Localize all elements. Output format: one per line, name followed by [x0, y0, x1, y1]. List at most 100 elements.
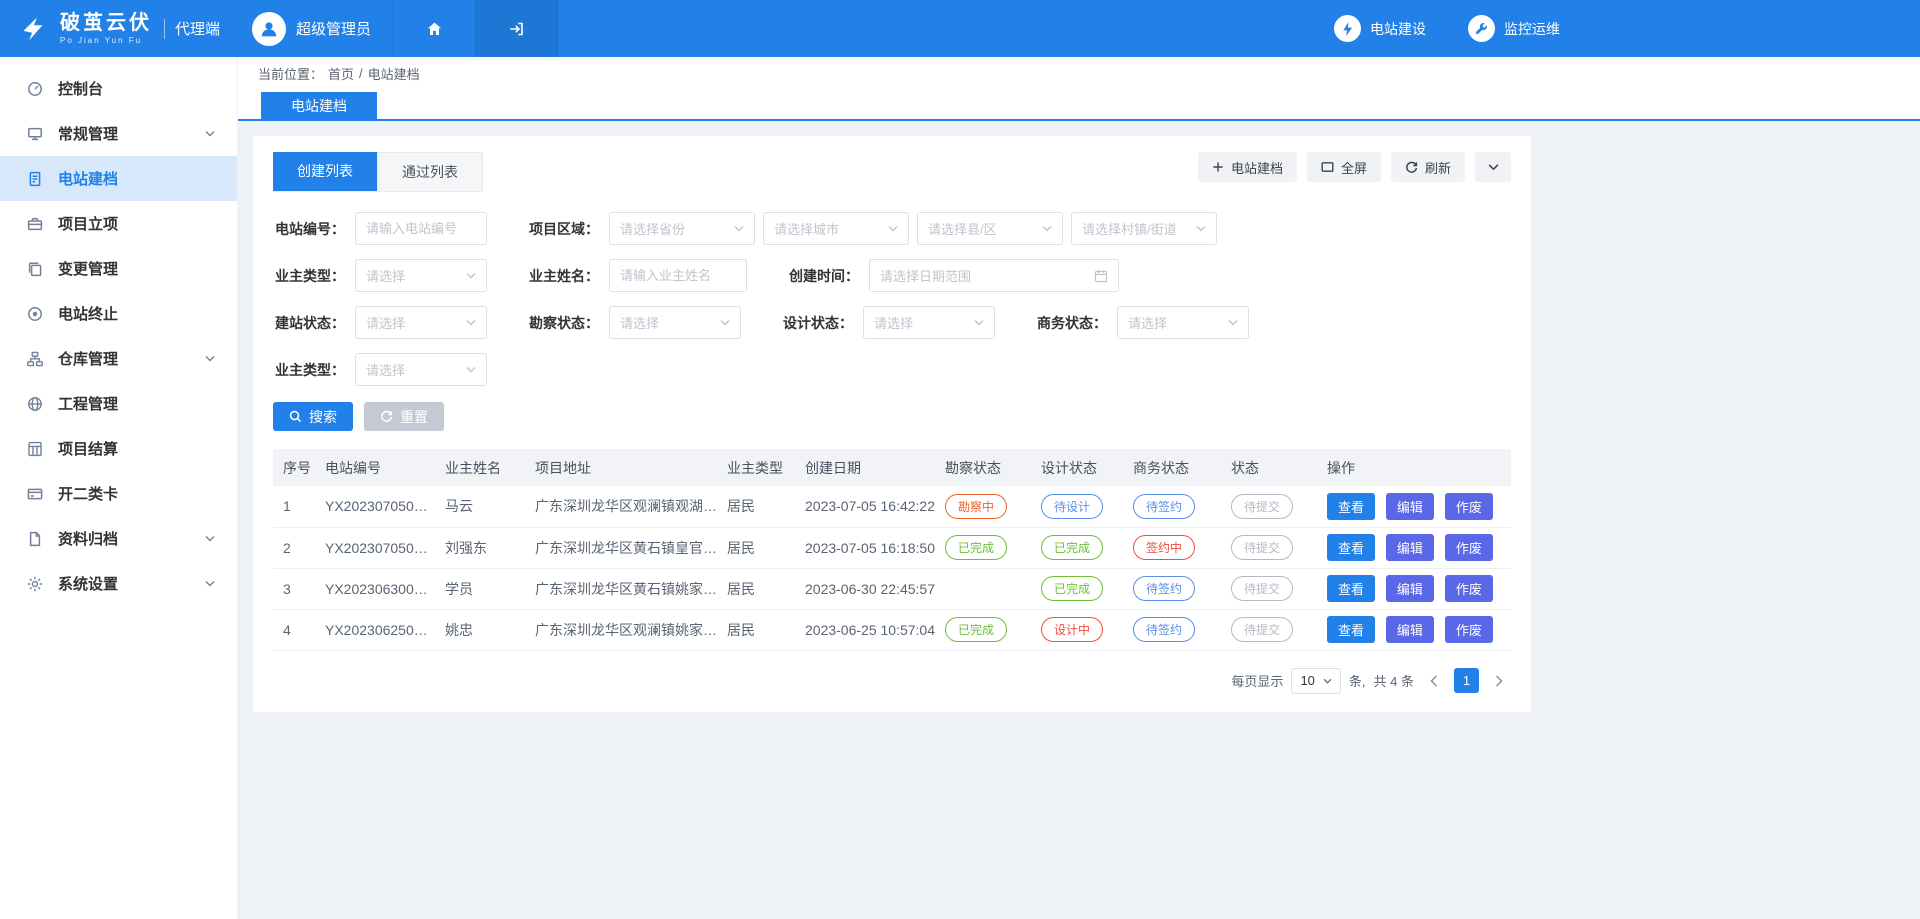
edit-button[interactable]: 编辑 — [1386, 616, 1434, 643]
logout-button[interactable] — [476, 0, 558, 57]
build-status-select[interactable]: 请选择 — [355, 306, 487, 339]
town-select[interactable]: 请选择村镇/街道 — [1071, 212, 1217, 245]
user-name: 超级管理员 — [296, 18, 371, 39]
card-icon — [26, 485, 44, 503]
create-time-range-input[interactable]: 请选择日期范围 — [869, 259, 1119, 292]
build-status-label: 建站状态： — [273, 313, 345, 333]
province-select[interactable]: 请选择省份 — [609, 212, 755, 245]
header-nav: 电站建设 监控运维 — [1334, 0, 1560, 57]
view-button[interactable]: 查看 — [1327, 534, 1375, 561]
sidebar-item-label: 电站终止 — [58, 303, 118, 324]
void-button[interactable]: 作废 — [1445, 575, 1493, 602]
list-tabs: 创建列表 通过列表 — [273, 152, 483, 192]
edit-button[interactable]: 编辑 — [1386, 575, 1434, 602]
cell-business-status: 待签约 — [1123, 609, 1221, 650]
home-button[interactable] — [394, 0, 476, 57]
refresh-button[interactable]: 刷新 — [1391, 152, 1465, 182]
nav-station-build-label: 电站建设 — [1370, 19, 1426, 39]
owner-type-select[interactable]: 请选择 — [355, 259, 487, 292]
app-subtitle: Po Jian Yun Fu — [60, 36, 152, 45]
sidebar-item-label: 电站建档 — [58, 168, 118, 189]
city-select[interactable]: 请选择城市 — [763, 212, 909, 245]
view-button[interactable]: 查看 — [1327, 493, 1375, 520]
sidebar-item-data-archive[interactable]: 资料归档 — [0, 516, 237, 561]
home-icon — [426, 21, 443, 37]
prev-page-button[interactable] — [1422, 668, 1446, 694]
tab-create-list[interactable]: 创建列表 — [273, 152, 377, 191]
sidebar-item-label: 控制台 — [58, 78, 103, 99]
chevron-down-icon — [466, 319, 476, 326]
tab-station-filing[interactable]: 电站建档 — [261, 92, 377, 119]
cell-station-no: YX2023062500004 — [315, 609, 435, 650]
cell-address: 广东深圳龙华区观澜镇观湖路... — [525, 486, 717, 527]
design-status-select[interactable]: 请选择 — [863, 306, 995, 339]
breadcrumb-home[interactable]: 首页 — [328, 64, 354, 83]
cell-design-status: 已完成 — [1031, 527, 1123, 568]
tab-passed-list[interactable]: 通过列表 — [377, 152, 483, 191]
sidebar-item-station-termination[interactable]: 电站终止 — [0, 291, 237, 336]
reset-button[interactable]: 重置 — [364, 402, 444, 431]
owner-name-input[interactable] — [609, 259, 747, 292]
sidebar-item-station-filing[interactable]: 电站建档 — [0, 156, 237, 201]
cell-actions: 查看 编辑 作废 — [1317, 527, 1511, 568]
void-button[interactable]: 作废 — [1445, 493, 1493, 520]
void-button[interactable]: 作废 — [1445, 616, 1493, 643]
county-select[interactable]: 请选择县/区 — [917, 212, 1063, 245]
page-1-button[interactable]: 1 — [1454, 668, 1479, 693]
breadcrumb: 当前位置： 首页 / 电站建档 — [238, 57, 1920, 90]
edit-button[interactable]: 编辑 — [1386, 493, 1434, 520]
chevron-down-icon — [1488, 163, 1499, 171]
void-button[interactable]: 作废 — [1445, 534, 1493, 561]
lightning-icon — [1334, 15, 1361, 42]
edit-button[interactable]: 编辑 — [1386, 534, 1434, 561]
toolbar: 电站建档 全屏 刷新 — [1198, 152, 1511, 182]
search-button[interactable]: 搜索 — [273, 402, 353, 431]
station-no-input[interactable] — [355, 212, 487, 245]
sidebar-item-engineering-mgmt[interactable]: 工程管理 — [0, 381, 237, 426]
view-button[interactable]: 查看 — [1327, 575, 1375, 602]
nav-station-build[interactable]: 电站建设 — [1334, 15, 1426, 42]
nav-monitor-ops[interactable]: 监控运维 — [1468, 15, 1560, 42]
table-row: 2 YX2023070500010 刘强东 广东深圳龙华区黄石镇皇官大... 居… — [273, 527, 1511, 568]
new-station-filing-button[interactable]: 电站建档 — [1198, 152, 1297, 182]
sidebar-item-change-mgmt[interactable]: 变更管理 — [0, 246, 237, 291]
cell-status: 待提交 — [1221, 568, 1317, 609]
design-status-label: 设计状态： — [781, 313, 853, 333]
col-header: 序号 — [273, 449, 315, 486]
owner-type2-select[interactable]: 请选择 — [355, 353, 487, 386]
status-badge: 待签约 — [1133, 576, 1195, 601]
filter-form: 电站编号： 项目区域： 请选择省份 请选择城市 — [273, 212, 1511, 386]
status-badge: 已完成 — [945, 535, 1007, 560]
page-size-select[interactable]: 10 — [1291, 668, 1340, 694]
survey-status-select[interactable]: 请选择 — [609, 306, 741, 339]
collapse-toolbar-button[interactable] — [1475, 152, 1511, 182]
stop-icon — [26, 305, 44, 323]
refresh-icon — [1405, 161, 1418, 174]
sidebar-item-general-mgmt[interactable]: 常规管理 — [0, 111, 237, 156]
cell-status: 待提交 — [1221, 609, 1317, 650]
sidebar-item-system-settings[interactable]: 系统设置 — [0, 561, 237, 606]
sidebar-item-project-settlement[interactable]: 项目结算 — [0, 426, 237, 471]
filter-actions: 搜索 重置 — [273, 402, 1511, 431]
cell-owner: 姚忠 — [435, 609, 525, 650]
status-badge: 待提交 — [1231, 494, 1293, 519]
sidebar-item-type2-card[interactable]: 开二类卡 — [0, 471, 237, 516]
next-page-button[interactable] — [1487, 668, 1511, 694]
user-icon — [259, 19, 279, 39]
status-badge: 已完成 — [1041, 576, 1103, 601]
view-button[interactable]: 查看 — [1327, 616, 1375, 643]
station-filing-card: 创建列表 通过列表 电站建档 全屏 刷新 — [253, 136, 1531, 712]
cell-owner: 学员 — [435, 568, 525, 609]
survey-status-label: 勘察状态： — [527, 313, 599, 333]
user-menu[interactable]: 超级管理员 — [238, 0, 394, 57]
col-header: 状态 — [1221, 449, 1317, 486]
fullscreen-button[interactable]: 全屏 — [1307, 152, 1381, 182]
status-badge: 待提交 — [1231, 617, 1293, 642]
sidebar-item-project-initiation[interactable]: 项目立项 — [0, 201, 237, 246]
sidebar-item-warehouse-mgmt[interactable]: 仓库管理 — [0, 336, 237, 381]
sidebar-item-console[interactable]: 控制台 — [0, 66, 237, 111]
archive-icon — [26, 530, 44, 548]
business-status-select[interactable]: 请选择 — [1117, 306, 1249, 339]
app-logo[interactable]: 破茧云伏 Po Jian Yun Fu 代理端 — [0, 0, 238, 57]
chevron-down-icon — [974, 319, 984, 326]
